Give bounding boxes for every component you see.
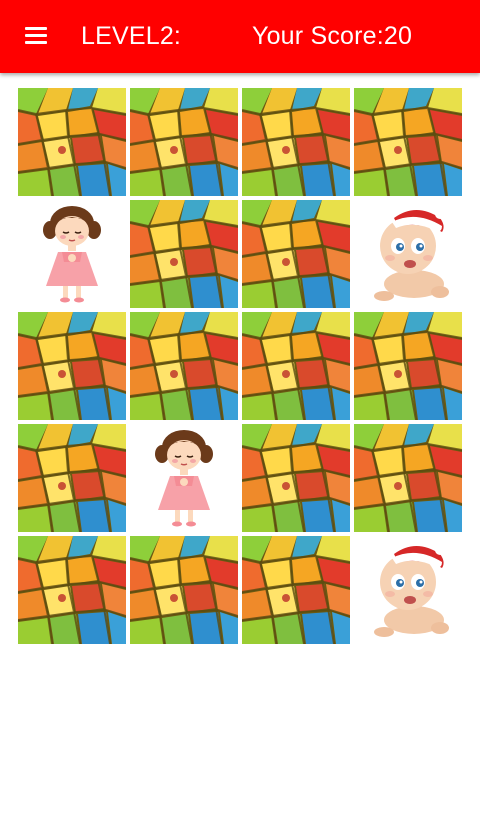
score-label: Your Score:20 — [252, 22, 413, 50]
card-face-up-baby[interactable] — [354, 536, 462, 644]
card-face-down[interactable] — [242, 200, 350, 308]
level-label: LEVEL2: — [81, 22, 182, 50]
card-face-down[interactable] — [354, 312, 462, 420]
hamburger-menu-icon[interactable] — [22, 24, 52, 48]
card-face-up-baby[interactable] — [354, 200, 462, 308]
card-face-down[interactable] — [354, 424, 462, 532]
card-face-down[interactable] — [130, 200, 238, 308]
card-face-down[interactable] — [130, 88, 238, 196]
card-face-down[interactable] — [242, 424, 350, 532]
card-face-down[interactable] — [18, 312, 126, 420]
card-face-down[interactable] — [354, 88, 462, 196]
card-face-down[interactable] — [242, 312, 350, 420]
card-face-up-girl[interactable] — [18, 200, 126, 308]
card-face-up-girl[interactable] — [130, 424, 238, 532]
app-bar: LEVEL2: Your Score:20 — [0, 0, 480, 73]
card-face-down[interactable] — [18, 88, 126, 196]
card-grid — [18, 88, 462, 644]
card-face-down[interactable] — [130, 312, 238, 420]
card-face-down[interactable] — [18, 424, 126, 532]
card-face-down[interactable] — [242, 536, 350, 644]
card-face-down[interactable] — [130, 536, 238, 644]
card-face-down[interactable] — [18, 536, 126, 644]
card-face-down[interactable] — [242, 88, 350, 196]
